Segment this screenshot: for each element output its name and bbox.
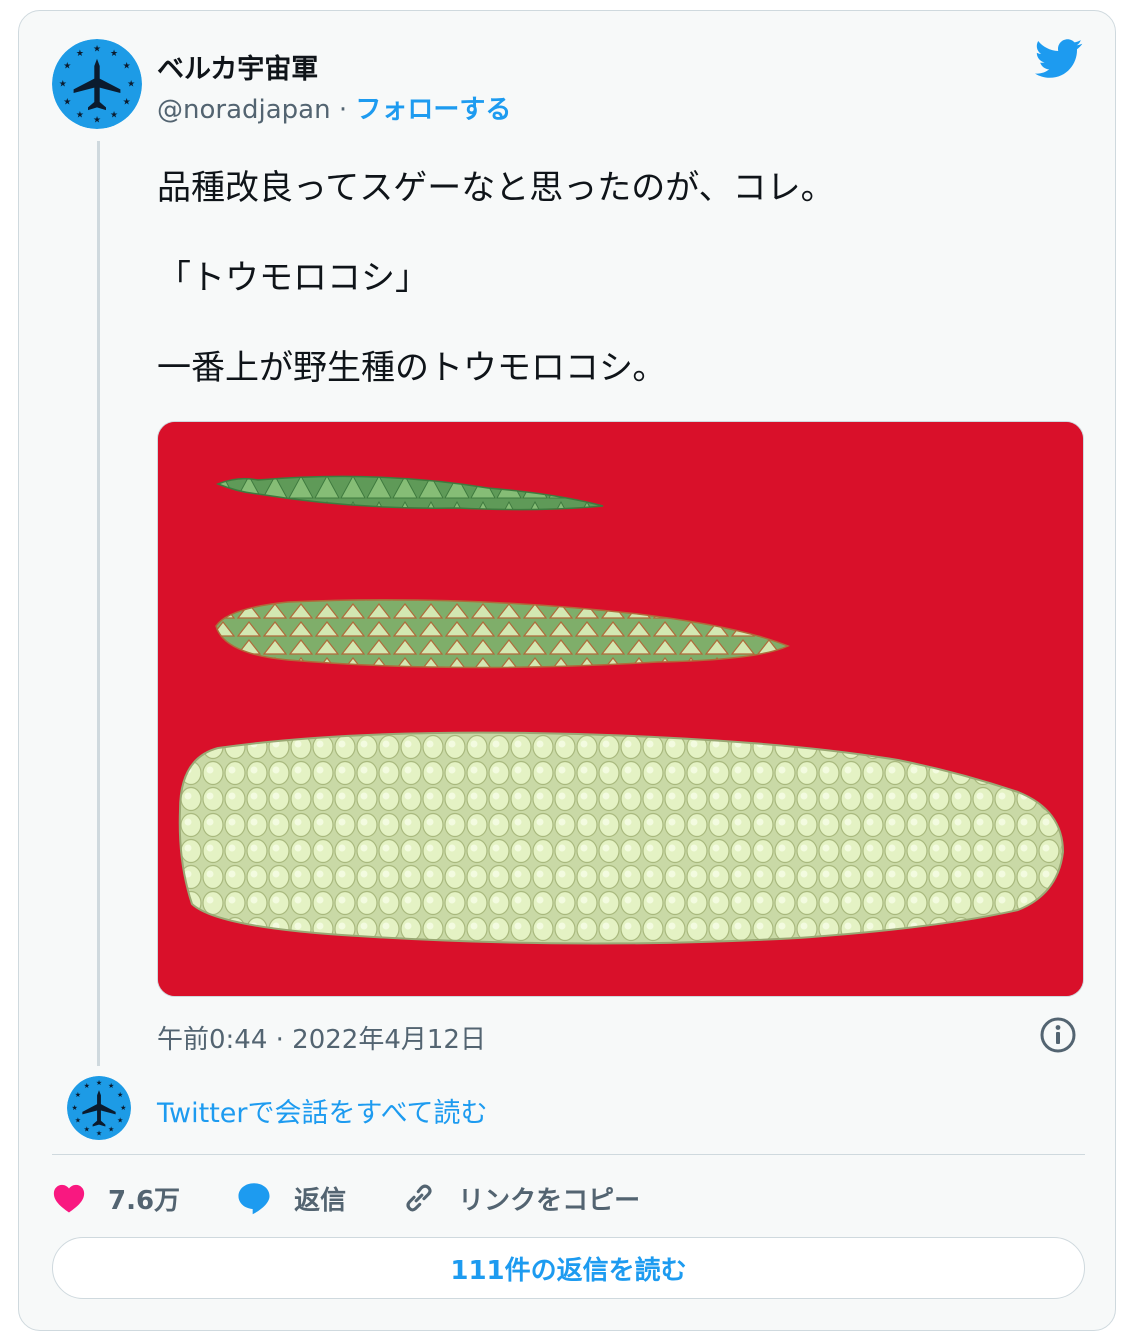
svg-text:★: ★ — [93, 116, 101, 126]
handle-separator: · — [330, 95, 356, 125]
reply-button[interactable]: 返信 — [236, 1180, 346, 1217]
tweet-line: 品種改良ってスゲーなと思ったのが、コレ。 — [157, 168, 835, 208]
copy-link-label: リンクをコピー — [458, 1185, 641, 1216]
embedded-tweet-card: ★ ★ ★ ★ ★ ★ ★ ★ ★ ★ ★ ★ ベルカ宇宙軍 @noradjapan · フォロ… — [18, 10, 1116, 1331]
svg-text:★: ★ — [96, 1078, 102, 1087]
twitter-bird-icon[interactable] — [1034, 39, 1083, 79]
author-handle[interactable]: @noradjapan — [157, 95, 331, 125]
svg-text:★: ★ — [110, 49, 118, 59]
svg-text:★: ★ — [84, 1125, 90, 1134]
copy-link-button[interactable]: リンクをコピー — [402, 1180, 640, 1217]
read-replies-button[interactable]: 111件の返信を読む — [52, 1237, 1085, 1299]
heart-icon — [53, 1184, 85, 1213]
reply-label: 返信 — [294, 1185, 347, 1216]
svg-text:★: ★ — [117, 1116, 123, 1125]
author-display-name[interactable]: ベルカ宇宙軍 — [157, 47, 318, 86]
author-avatar[interactable]: ★ ★ ★ ★ ★ ★ ★ ★ ★ ★ ★ ★ — [52, 39, 142, 129]
read-conversation-link[interactable]: Twitterで会話をすべて読む — [157, 1091, 488, 1130]
svg-text:★: ★ — [75, 1116, 81, 1125]
svg-text:★: ★ — [110, 110, 118, 120]
svg-text:★: ★ — [63, 98, 71, 108]
like-button[interactable]: 7.6万 — [52, 1180, 180, 1217]
svg-text:★: ★ — [123, 62, 131, 72]
svg-text:★: ★ — [84, 1081, 90, 1090]
svg-text:★: ★ — [123, 98, 131, 108]
svg-text:★: ★ — [59, 80, 67, 90]
author-handle-line: @noradjapan · フォローする — [157, 89, 511, 126]
read-replies-label: 111件の返信を読む — [450, 1255, 687, 1286]
svg-text:★: ★ — [108, 1125, 114, 1134]
svg-text:★: ★ — [120, 1103, 126, 1112]
svg-text:★: ★ — [72, 1103, 78, 1112]
svg-text:★: ★ — [75, 1090, 81, 1099]
svg-text:★: ★ — [108, 1081, 114, 1090]
link-icon — [406, 1184, 432, 1212]
divider — [52, 1154, 1085, 1155]
svg-text:★: ★ — [76, 110, 84, 120]
tweet-line: 「トウモロコシ」 — [157, 258, 429, 298]
follow-button[interactable]: フォローする — [355, 95, 511, 125]
svg-text:★: ★ — [127, 80, 135, 90]
svg-text:★: ★ — [76, 49, 84, 59]
tweet-line: 一番上が野生種のトウモロコシ。 — [157, 348, 667, 388]
svg-text:★: ★ — [117, 1090, 123, 1099]
svg-text:★: ★ — [63, 62, 71, 72]
tweet-timestamp[interactable]: 午前0:44 · 2022年4月12日 — [157, 1019, 486, 1056]
tweet-text: 品種改良ってスゲーなと思ったのが、コレ。 「トウモロコシ」 一番上が野生種のトウ… — [157, 166, 1077, 436]
reply-bubble-icon — [238, 1183, 270, 1215]
info-icon[interactable] — [1039, 1016, 1077, 1054]
svg-text:★: ★ — [93, 45, 101, 55]
author-avatar-small[interactable]: ★ ★ ★ ★ ★ ★ ★ ★ ★ ★ ★ ★ — [67, 1076, 131, 1140]
tweet-actions: 7.6万 返信 リンクをコピー — [52, 1173, 696, 1223]
thread-connector-line — [97, 141, 100, 1066]
like-count: 7.6万 — [108, 1185, 181, 1216]
svg-text:★: ★ — [96, 1129, 102, 1138]
tweet-photo-corn-comparison[interactable] — [157, 421, 1084, 997]
